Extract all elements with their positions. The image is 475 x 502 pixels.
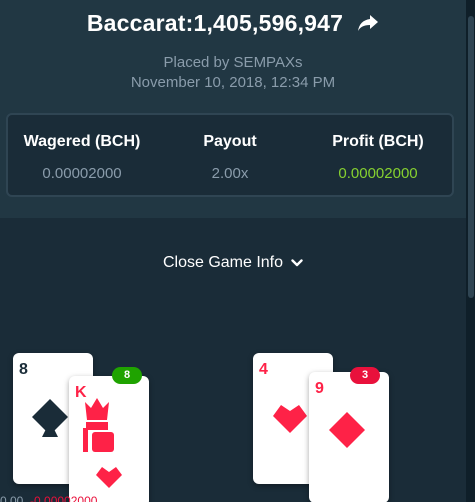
stat-profit: Profit (BCH) 0.00002000	[304, 115, 452, 195]
cut-off-bottom-text: 0.00 -0.00002000	[0, 494, 98, 502]
card-rank: 8	[19, 361, 28, 378]
scrollbar[interactable]	[466, 0, 475, 502]
player-score-badge: 8	[112, 367, 142, 384]
payout-label: Payout	[203, 133, 257, 150]
diamond-icon	[329, 412, 365, 453]
placed-by-text: Placed by SEMPAXs	[163, 54, 303, 71]
banker-score-badge: 3	[350, 367, 380, 384]
bet-date: November 10, 2018, 12:34 PM	[130, 74, 336, 91]
wagered-label: Wagered (BCH)	[23, 133, 141, 150]
title-row: Baccarat:1,405,596,947	[0, 6, 466, 40]
payout-value: 2.00x	[211, 165, 249, 182]
card-rank: 4	[259, 361, 268, 378]
profit-label: Profit (BCH)	[332, 133, 424, 150]
player-card-2: K	[69, 376, 149, 502]
profit-value: 0.00002000	[338, 165, 418, 182]
stats-box: Wagered (BCH) 0.00002000 Payout 2.00x Pr…	[6, 113, 454, 197]
card-rank: 9	[315, 380, 324, 397]
close-game-info-label: Close Game Info	[162, 254, 284, 271]
share-icon[interactable]	[357, 13, 379, 33]
banker-card-2: 9	[309, 372, 389, 502]
bet-details-panel: Baccarat:1,405,596,947 Placed by SEMPAXs…	[0, 0, 466, 218]
spade-icon	[32, 399, 68, 442]
stat-payout: Payout 2.00x	[156, 115, 304, 195]
king-icon	[77, 386, 117, 461]
heart-icon	[273, 401, 307, 438]
stat-wagered: Wagered (BCH) 0.00002000	[8, 115, 156, 195]
scrollbar-thumb[interactable]	[468, 16, 474, 298]
wagered-value: 0.00002000	[42, 165, 122, 182]
heart-icon	[96, 464, 122, 493]
game-title: Baccarat:1,405,596,947	[86, 9, 344, 36]
chevron-down-icon	[291, 254, 303, 272]
close-game-info-button[interactable]: Close Game Info	[0, 254, 466, 272]
